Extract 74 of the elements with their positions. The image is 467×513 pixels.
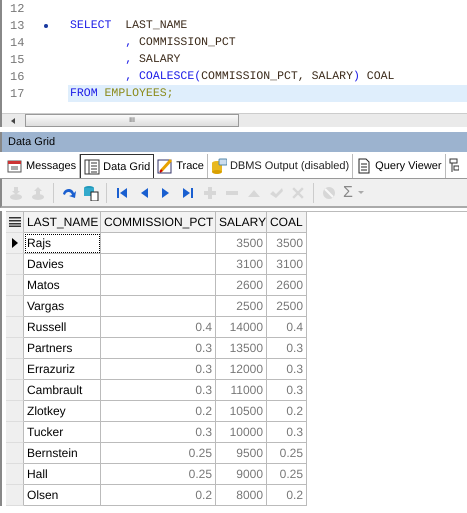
table-cell: 0.2 [101,401,216,422]
pencil-icon [157,158,174,174]
table-cell: Zlotkey [24,401,101,422]
current-row-icon [12,238,18,248]
table-cell: 10500 [216,401,267,422]
menu-icon[interactable] [8,217,20,227]
table-cell: 2600 [216,275,267,296]
table-cell: 0.3 [101,380,216,401]
document-icon [356,158,372,174]
database-speech-icon [210,158,227,174]
table-cell: 0.3 [267,338,307,359]
grid-icon [84,158,100,174]
table-cell: 10000 [216,422,267,443]
table-cell: 3100 [267,254,307,275]
table-cell: 0.4 [267,317,307,338]
code-line: SELECT LAST_NAME [69,18,188,34]
line-number: 13 [9,18,26,32]
table-cell: 2600 [267,275,307,296]
table-cell: Tucker [24,422,101,443]
table-cell: 0.3 [267,422,307,443]
line-number: 15 [9,52,26,66]
column-header[interactable]: LAST_NAME [24,212,101,233]
panel-title: Data Grid [8,136,56,148]
table-cell: 0.2 [101,485,216,506]
tab[interactable]: Data Grid [80,154,154,178]
table-cell: 2500 [216,296,267,317]
table-cell: 8000 [216,485,267,506]
column-header[interactable]: COAL [267,212,307,233]
scroll-left-icon[interactable] [11,118,15,124]
table-cell: 2500 [267,296,307,317]
table-cell: Errazuriz [24,359,101,380]
table-cell: 3500 [267,233,307,254]
table-cell: 0.25 [101,464,216,485]
message-window-icon [7,158,23,174]
code-line: , COMMISSION_PCT [124,35,237,51]
table-cell: 13500 [216,338,267,359]
table-cell: Partners [24,338,101,359]
table-cell: Cambrault [24,380,101,401]
tree-icon[interactable] [448,158,459,174]
table-cell: 14000 [216,317,267,338]
table-cell: 3500 [216,233,267,254]
code-line: , COALESCE(COMMISSION_PCT, SALARY) COAL [124,69,396,85]
table-cell: 0.25 [267,464,307,485]
table-cell: Russell [24,317,101,338]
code-line: , SALARY [124,52,182,68]
table-cell: Rajs [24,233,101,254]
table-cell: 9500 [216,443,267,464]
table-cell: Vargas [24,296,101,317]
table-cell: Olsen [24,485,101,506]
table-cell: Bernstein [24,443,101,464]
line-number: 16 [9,70,26,84]
table-cell: 0.3 [101,422,216,443]
table-cell: 12000 [216,359,267,380]
table-cell: Matos [24,275,101,296]
line-number: 17 [9,86,26,100]
table-cell: 0.2 [267,401,307,422]
table-cell: 11000 [216,380,267,401]
table-cell: 0.3 [101,338,216,359]
table-cell: 0.3 [267,380,307,401]
table-cell: Davies [24,254,101,275]
table-cell: 0.25 [267,443,307,464]
table-cell: Hall [24,464,101,485]
table-cell: 3100 [216,254,267,275]
line-number: 14 [9,36,26,50]
line-number: 12 [9,2,26,16]
table-cell: 0.3 [267,359,307,380]
table-cell: 0.4 [101,317,216,338]
column-header[interactable]: COMMISSION_PCT [101,212,216,233]
table-cell: 9000 [216,464,267,485]
table-cell: 0.2 [267,485,307,506]
table-cell: 0.25 [101,443,216,464]
table-cell: 0.3 [101,359,216,380]
column-header[interactable]: SALARY [216,212,267,233]
row-header[interactable] [6,233,24,254]
